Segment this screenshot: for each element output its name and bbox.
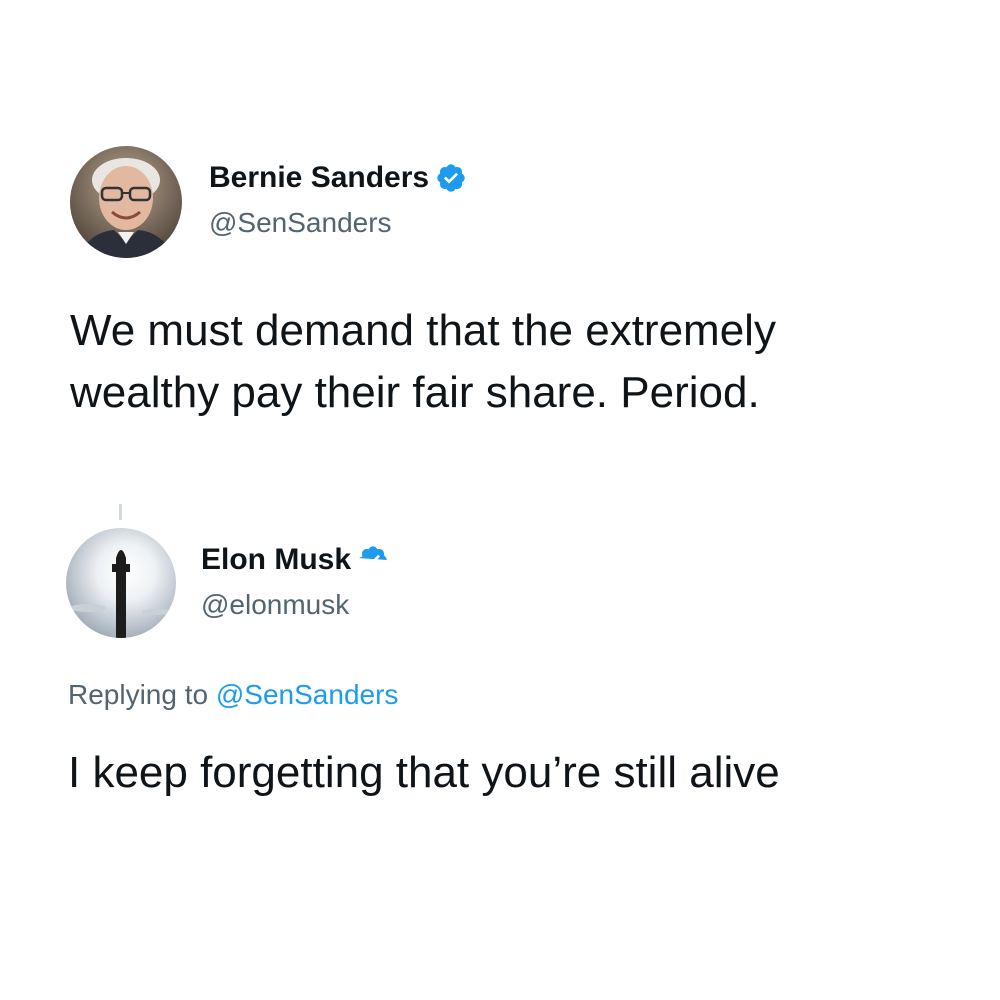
bernie-avatar-image — [70, 146, 182, 258]
display-name-elon[interactable]: Elon Musk — [201, 542, 389, 578]
display-name-bernie[interactable]: Bernie Sanders — [209, 160, 467, 196]
reply-mention-link[interactable]: @SenSanders — [216, 679, 399, 710]
tweet-text-line: I keep forgetting that you’re still aliv… — [68, 748, 780, 797]
verified-badge-icon — [359, 546, 387, 566]
verified-badge-icon — [437, 164, 465, 192]
display-name-text: Bernie Sanders — [209, 161, 430, 194]
tweet-text-bernie: We must demand that the extremely wealth… — [70, 300, 950, 424]
handle-elon[interactable]: @elonmusk — [201, 588, 349, 622]
tweet-text-line: We must demand that the extremely — [70, 306, 776, 355]
tweet-text-line: wealthy pay their fair share. Period. — [70, 368, 760, 417]
reply-prefix: Replying to — [68, 679, 209, 710]
tweet-text-elon: I keep forgetting that you’re still aliv… — [68, 742, 948, 804]
elon-avatar-image — [66, 528, 176, 638]
thread-connector-line — [119, 504, 122, 520]
reply-context: Replying to @SenSanders — [68, 678, 398, 712]
handle-bernie[interactable]: @SenSanders — [209, 206, 392, 240]
avatar-bernie-sanders[interactable] — [70, 146, 182, 258]
display-name-text: Elon Musk — [201, 543, 352, 576]
avatar-elon-musk[interactable] — [66, 528, 176, 638]
